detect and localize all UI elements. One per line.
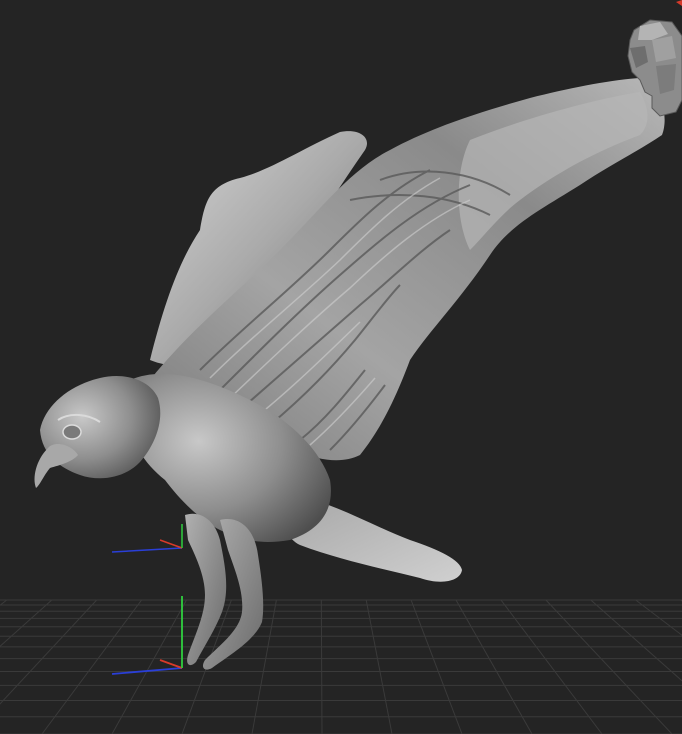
- grid-line: [365, 599, 393, 734]
- grid-line: [545, 599, 673, 734]
- grid-line: [320, 599, 323, 734]
- grid-line: [455, 599, 533, 734]
- eagle-sculpt-model[interactable]: [34, 78, 665, 670]
- grid-line: [590, 599, 682, 682]
- viewport-canvas[interactable]: [0, 0, 682, 734]
- grid-line: [111, 599, 187, 734]
- floor-grid: [0, 599, 682, 734]
- grid-line: [410, 599, 463, 734]
- grid-line: [0, 599, 98, 705]
- 3d-viewport[interactable]: [0, 0, 682, 734]
- leg-left: [185, 513, 227, 666]
- grid-line: [500, 599, 603, 734]
- grid-line: [0, 599, 8, 606]
- bird-eye: [62, 424, 82, 440]
- grid-line: [635, 599, 682, 636]
- grid-line: [0, 599, 53, 648]
- grid-line: [41, 599, 143, 734]
- axis-indicator: [111, 524, 183, 675]
